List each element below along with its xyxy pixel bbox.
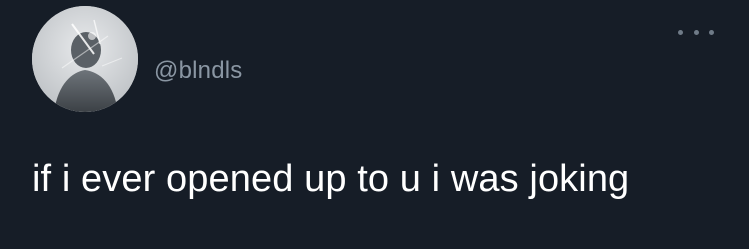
avatar[interactable] — [32, 6, 138, 112]
user-handle[interactable]: @blndls — [154, 56, 242, 86]
tweet-text: if i ever opened up to u i was joking — [32, 158, 630, 200]
more-options-icon[interactable] — [678, 20, 714, 44]
dot — [693, 29, 699, 35]
tweet-card: @blndls if i ever opened up to u i was j… — [0, 0, 749, 249]
dot — [678, 29, 683, 35]
avatar-image — [32, 6, 138, 112]
dot — [709, 29, 714, 35]
